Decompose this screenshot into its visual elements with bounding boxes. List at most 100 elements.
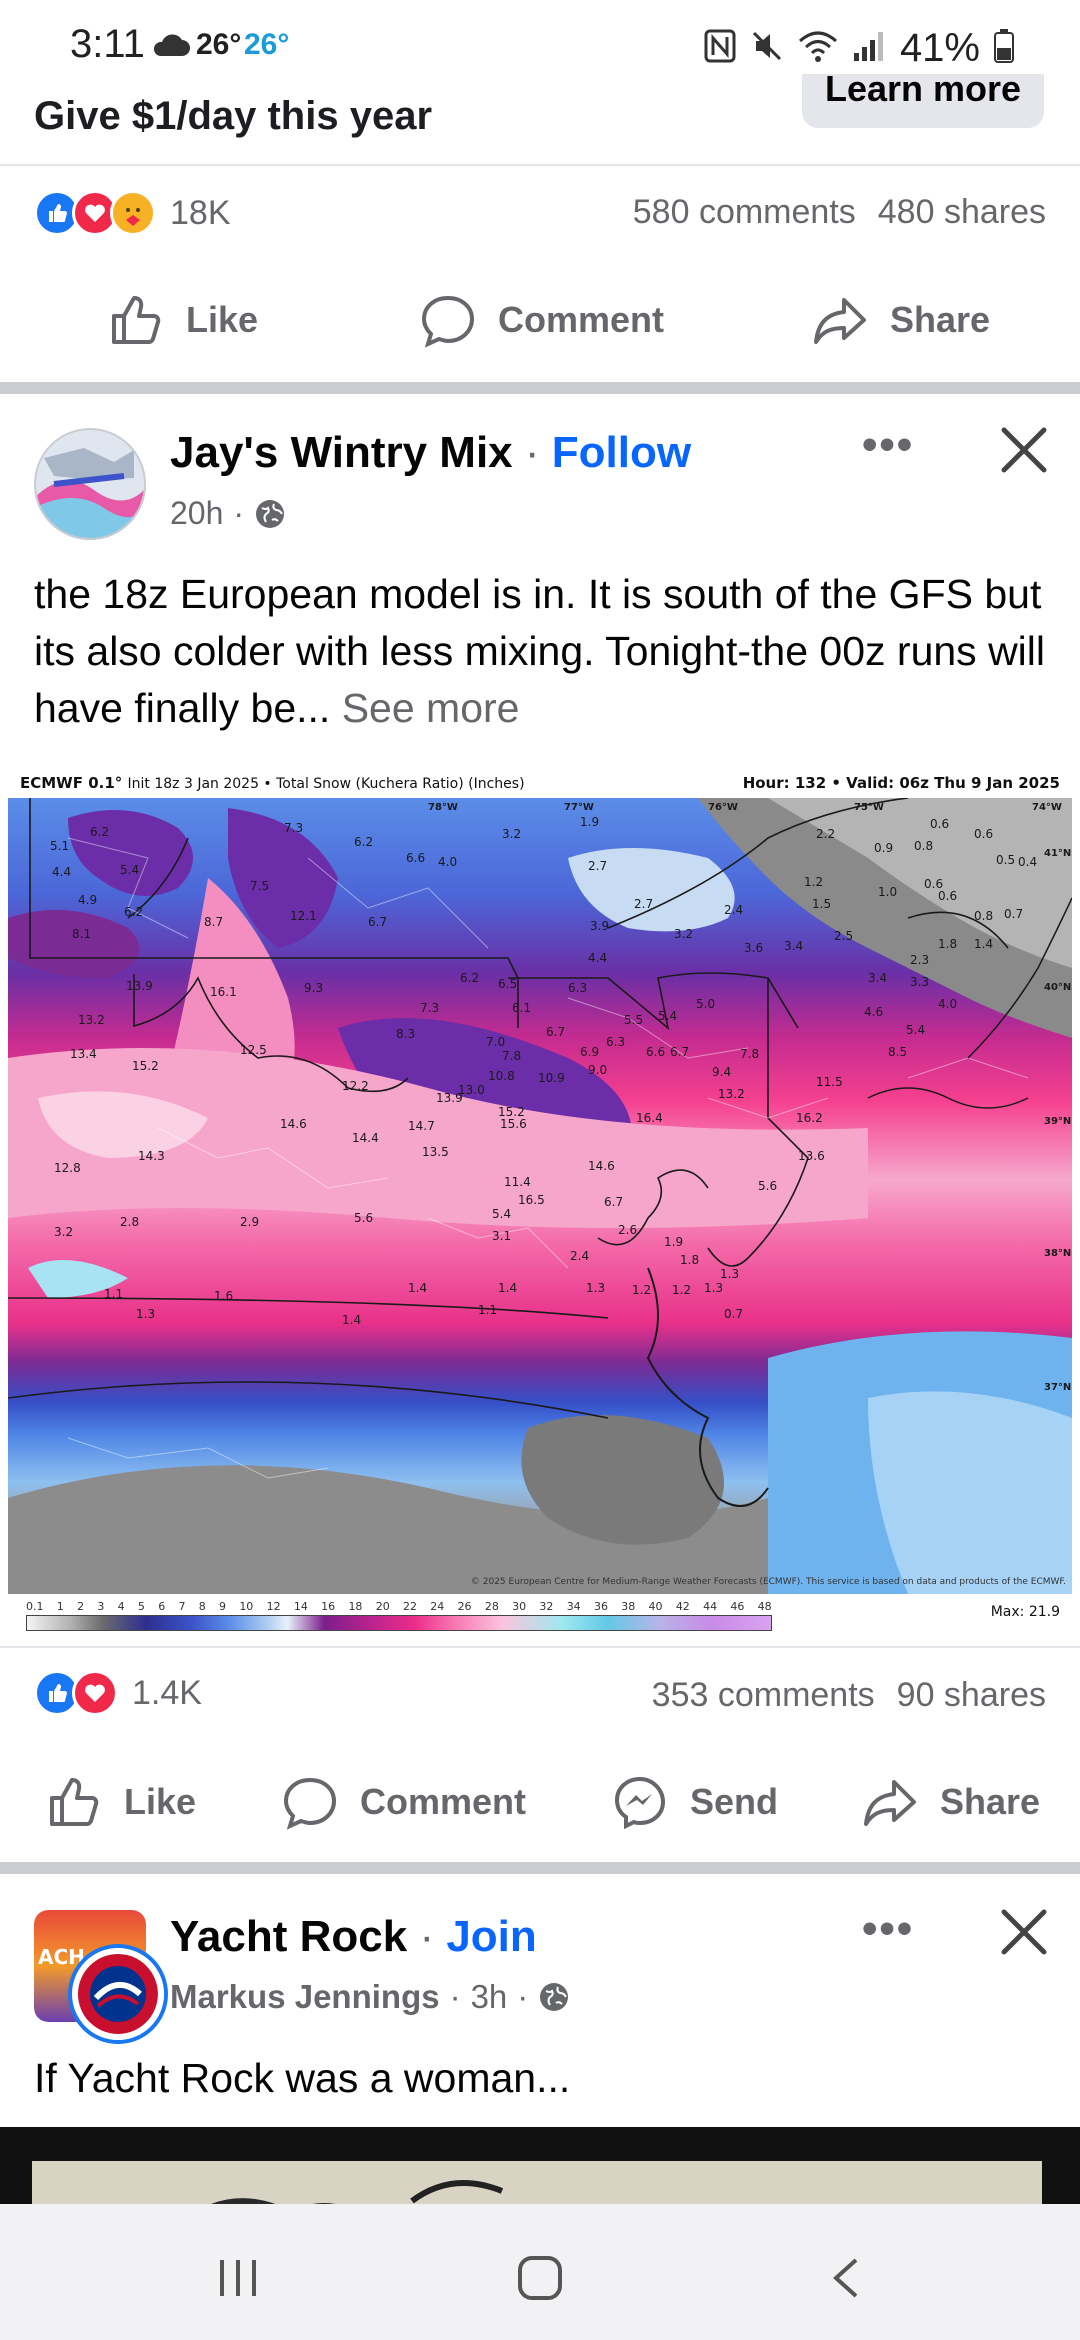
legend-tick: 34 bbox=[566, 1600, 581, 1613]
svg-text:0.8: 0.8 bbox=[914, 839, 933, 853]
snowfall-map: 7.3 6.2 3.2 1.9 2.2 0.6 0.6 5.1 6.2 6.6 4.0 2.7 0.9… bbox=[8, 798, 1072, 1594]
messenger-icon bbox=[614, 1776, 666, 1830]
svg-text:0.6: 0.6 bbox=[930, 817, 949, 831]
legend-tick: 6 bbox=[158, 1600, 166, 1613]
svg-text:3.6: 3.6 bbox=[744, 941, 763, 955]
home-button[interactable] bbox=[516, 2256, 564, 2305]
svg-text:8.1: 8.1 bbox=[72, 927, 91, 941]
follow-button[interactable]: Follow bbox=[552, 428, 691, 477]
post-image[interactable]: ECMWF 0.1° Init 18z 3 Jan 2025 • Total S… bbox=[0, 762, 1080, 1646]
svg-text:5.4: 5.4 bbox=[120, 863, 139, 877]
legend-tick: 14 bbox=[293, 1600, 308, 1613]
post-text: If Yacht Rock was a woman... bbox=[34, 2055, 571, 2101]
reaction-summary[interactable]: 1.4K bbox=[34, 1670, 202, 1716]
post-time[interactable]: 20h bbox=[170, 495, 223, 532]
svg-text:1.9: 1.9 bbox=[664, 1235, 683, 1249]
legend-tick: 42 bbox=[675, 1600, 690, 1613]
post-stats: 353 comments 90 shares bbox=[652, 1676, 1046, 1715]
send-button[interactable]: Send bbox=[612, 1752, 778, 1852]
svg-text:10.9: 10.9 bbox=[538, 1071, 565, 1085]
shares-count[interactable]: 480 shares bbox=[878, 193, 1046, 232]
svg-text:7.0: 7.0 bbox=[486, 1035, 505, 1049]
svg-text:4.9: 4.9 bbox=[78, 893, 97, 907]
status-temp: 26° bbox=[196, 28, 242, 61]
post-header-title: Jay's Wintry Mix · Follow bbox=[170, 428, 692, 477]
like-button[interactable]: Like bbox=[108, 270, 258, 370]
svg-text:3.4: 3.4 bbox=[784, 939, 803, 953]
reaction-summary[interactable]: 18K bbox=[34, 190, 231, 236]
svg-text:8.5: 8.5 bbox=[888, 1045, 907, 1059]
svg-text:0.8: 0.8 bbox=[974, 909, 993, 923]
svg-text:9.0: 9.0 bbox=[588, 1063, 607, 1077]
svg-text:76°W: 76°W bbox=[708, 802, 738, 813]
post-meta: Markus Jennings · 3h · bbox=[170, 1978, 570, 2016]
shares-count[interactable]: 90 shares bbox=[897, 1676, 1046, 1715]
author-avatar[interactable] bbox=[34, 428, 146, 540]
svg-text:4.4: 4.4 bbox=[588, 951, 607, 965]
care-reaction-icon bbox=[110, 190, 156, 236]
post-separator bbox=[0, 1862, 1080, 1874]
svg-text:4.0: 4.0 bbox=[938, 997, 957, 1011]
svg-text:13.4: 13.4 bbox=[70, 1047, 97, 1061]
author-avatar[interactable] bbox=[72, 1948, 164, 2040]
svg-text:5.4: 5.4 bbox=[906, 1023, 925, 1037]
join-button[interactable]: Join bbox=[446, 1912, 536, 1961]
svg-text:12.5: 12.5 bbox=[240, 1043, 267, 1057]
comment-button[interactable]: Comment bbox=[420, 270, 664, 370]
share-button[interactable]: Share bbox=[862, 1752, 1040, 1852]
svg-text:0.9: 0.9 bbox=[874, 841, 893, 855]
legend-tick: 38 bbox=[621, 1600, 636, 1613]
svg-text:1.4: 1.4 bbox=[342, 1313, 361, 1327]
close-icon[interactable] bbox=[998, 424, 1050, 481]
svg-text:16.5: 16.5 bbox=[518, 1193, 545, 1207]
svg-text:78°W: 78°W bbox=[428, 802, 458, 813]
svg-text:14.6: 14.6 bbox=[588, 1159, 615, 1173]
svg-text:2.4: 2.4 bbox=[570, 1249, 589, 1263]
svg-text:2.4: 2.4 bbox=[724, 903, 743, 917]
recent-apps-button[interactable] bbox=[214, 2256, 262, 2305]
like-label: Like bbox=[186, 299, 259, 340]
svg-text:15.2: 15.2 bbox=[132, 1059, 159, 1073]
reaction-count: 1.4K bbox=[132, 1673, 202, 1712]
map-header: ECMWF 0.1° Init 18z 3 Jan 2025 • Total S… bbox=[20, 774, 1060, 798]
share-button[interactable]: Share bbox=[812, 270, 990, 370]
system-nav-bar bbox=[0, 2204, 1080, 2340]
comment-button[interactable]: Comment bbox=[282, 1752, 526, 1852]
svg-text:1.4: 1.4 bbox=[498, 1281, 517, 1295]
svg-text:1.2: 1.2 bbox=[672, 1283, 691, 1297]
post-time[interactable]: 3h bbox=[471, 1978, 508, 2016]
svg-text:2.9: 2.9 bbox=[240, 1215, 259, 1229]
svg-text:1.8: 1.8 bbox=[938, 937, 957, 951]
more-options-button[interactable]: ••• bbox=[862, 420, 914, 470]
group-name[interactable]: Yacht Rock bbox=[170, 1912, 407, 1961]
comments-count[interactable]: 580 comments bbox=[633, 193, 856, 232]
svg-text:1.4: 1.4 bbox=[974, 937, 993, 951]
comments-count[interactable]: 353 comments bbox=[652, 1676, 875, 1715]
back-button[interactable] bbox=[826, 2256, 866, 2305]
svg-text:13.0: 13.0 bbox=[458, 1083, 485, 1097]
ad-headline[interactable]: Give $1/day this year bbox=[34, 94, 432, 139]
svg-text:5.6: 5.6 bbox=[758, 1179, 777, 1193]
svg-text:1.1: 1.1 bbox=[104, 1287, 123, 1301]
svg-text:13.2: 13.2 bbox=[718, 1087, 745, 1101]
post-author[interactable]: Markus Jennings bbox=[170, 1978, 440, 2016]
status-temp-alt: 26° bbox=[244, 28, 290, 61]
close-icon[interactable] bbox=[998, 1906, 1050, 1963]
svg-text:7.8: 7.8 bbox=[502, 1049, 521, 1063]
see-more-link[interactable]: See more bbox=[342, 685, 520, 731]
author-name[interactable]: Jay's Wintry Mix bbox=[170, 428, 513, 477]
svg-text:12.8: 12.8 bbox=[54, 1161, 81, 1175]
post-meta: 20h · bbox=[170, 495, 286, 532]
svg-text:6.7: 6.7 bbox=[604, 1195, 623, 1209]
legend-tick: 8 bbox=[198, 1600, 206, 1613]
share-icon bbox=[864, 1780, 916, 1826]
svg-text:10.8: 10.8 bbox=[488, 1069, 515, 1083]
legend-tick: 30 bbox=[512, 1600, 527, 1613]
divider bbox=[0, 1646, 1080, 1648]
like-button[interactable]: Like bbox=[46, 1752, 196, 1852]
status-time: 3:11 bbox=[70, 22, 145, 66]
more-options-button[interactable]: ••• bbox=[862, 1904, 914, 1954]
svg-text:1.1: 1.1 bbox=[478, 1303, 497, 1317]
svg-text:0.5: 0.5 bbox=[996, 853, 1015, 867]
svg-text:6.5: 6.5 bbox=[498, 977, 517, 991]
